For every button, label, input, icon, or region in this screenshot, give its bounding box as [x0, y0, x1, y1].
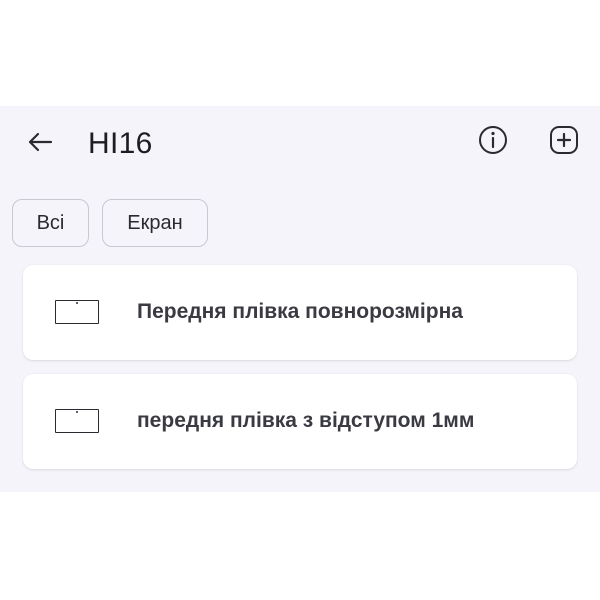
add-button[interactable]	[548, 124, 580, 161]
plus-square-icon	[548, 124, 580, 161]
back-button[interactable]	[24, 128, 56, 160]
info-button[interactable]	[477, 124, 509, 161]
info-circle-icon	[477, 124, 509, 161]
screen-rectangle-icon	[55, 300, 99, 324]
main-panel: HI16 Всі Екран Передня плівка повнорозмі…	[0, 106, 600, 492]
list-item[interactable]: передня плівка з відступом 1мм	[23, 374, 577, 469]
page-title: HI16	[88, 127, 153, 160]
screen-rectangle-icon	[55, 409, 99, 433]
list-item[interactable]: Передня плівка повнорозмірна	[23, 265, 577, 360]
app-header: HI16	[0, 106, 600, 184]
arrow-left-icon	[25, 127, 55, 162]
filter-chip-all[interactable]: Всі	[12, 199, 89, 247]
filter-chip-screen[interactable]: Екран	[102, 199, 208, 247]
list-item-label: передня плівка з відступом 1мм	[137, 409, 475, 432]
list-item-label: Передня плівка повнорозмірна	[137, 300, 463, 323]
